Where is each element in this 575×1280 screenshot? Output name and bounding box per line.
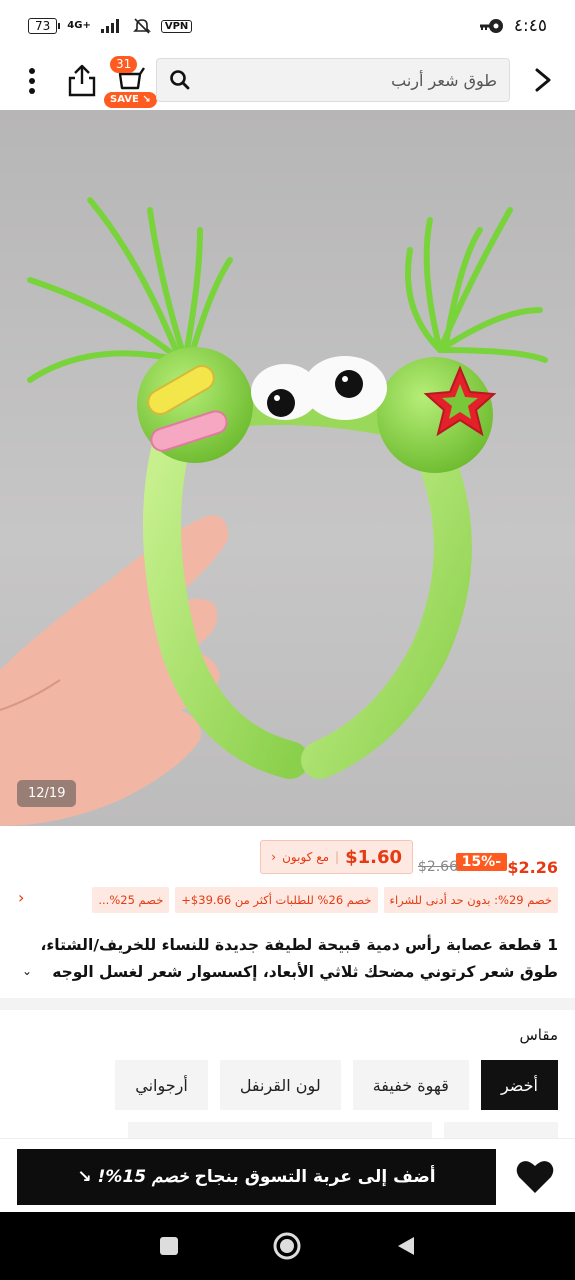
key-icon bbox=[479, 19, 503, 33]
search-placeholder: طوق شعر أرنب bbox=[391, 70, 497, 90]
add-to-cart-label: أضف إلى عربة التسوق بنجاح bbox=[194, 1167, 436, 1187]
option-purple[interactable]: أرجواني bbox=[115, 1060, 208, 1110]
back-arrow-icon[interactable] bbox=[531, 66, 555, 94]
square-icon bbox=[160, 1237, 179, 1255]
system-navigation-bar bbox=[0, 1212, 575, 1280]
cart-button[interactable]: 31 SAVE ↘ bbox=[104, 56, 157, 108]
heart-icon[interactable] bbox=[514, 1157, 556, 1197]
search-input[interactable]: طوق شعر أرنب bbox=[156, 58, 510, 102]
section-divider bbox=[0, 998, 575, 1010]
clock: ٤:٤٥ bbox=[513, 16, 547, 36]
status-bar: 73 4G+ VPN ٤:٤٥ bbox=[0, 0, 575, 52]
promo-chip[interactable]: خصم 26% للطلبات أكثر من 39.66$+ bbox=[175, 887, 378, 913]
home-circle-icon bbox=[273, 1232, 301, 1260]
product-image bbox=[0, 197, 548, 826]
promotions-row[interactable]: خصم 29%: بدون حد أدنى للشراء خصم 26% للط… bbox=[0, 886, 575, 914]
price-row: $2.26 -15% $2.66 $1.60 | مع كوبون ‹ bbox=[0, 838, 575, 882]
discount-arrow-icon: ↘ bbox=[77, 1167, 92, 1187]
vpn-badge: VPN bbox=[160, 19, 193, 33]
back-triangle-icon bbox=[397, 1237, 414, 1255]
more-options-button[interactable] bbox=[22, 66, 42, 96]
image-counter: 12/19 bbox=[17, 780, 77, 807]
coupon-button[interactable]: $1.60 | مع كوبون ‹ bbox=[260, 840, 413, 874]
recents-button[interactable] bbox=[152, 1229, 186, 1263]
promo-chip[interactable]: خصم 29%: بدون حد أدنى للشراء bbox=[383, 887, 558, 913]
bottom-discount: خصم 15%! bbox=[97, 1167, 189, 1187]
coupon-separator: | bbox=[335, 850, 340, 864]
search-icon[interactable] bbox=[169, 69, 191, 91]
option-light-coffee[interactable]: قهوة خفيفة bbox=[352, 1060, 469, 1110]
coupon-price: $1.60 bbox=[345, 846, 402, 868]
cart-count-badge: 31 bbox=[110, 56, 138, 73]
chevron-left-icon: ‹ bbox=[271, 850, 277, 864]
original-price: $2.66 bbox=[417, 859, 458, 875]
status-left: 73 4G+ VPN bbox=[28, 17, 193, 35]
discount-badge: -15% bbox=[455, 853, 507, 871]
promo-chip[interactable]: خصم 25%... bbox=[92, 887, 170, 913]
chevron-left-icon[interactable]: ‹ bbox=[18, 888, 24, 907]
mute-icon bbox=[132, 18, 151, 34]
more-dot-icon bbox=[29, 68, 35, 74]
battery-indicator: 73 bbox=[28, 18, 61, 34]
app-header: 31 SAVE ↘ طوق شعر أرنب bbox=[0, 52, 575, 110]
options-label: مقاس bbox=[519, 1026, 558, 1044]
home-button[interactable] bbox=[270, 1229, 304, 1263]
options-list: أخضر قهوة خفيفة لون القرنفل أرجواني bbox=[115, 1060, 558, 1110]
option-carnation[interactable]: لون القرنفل bbox=[219, 1060, 341, 1110]
coupon-label: مع كوبون bbox=[282, 850, 330, 864]
status-right: ٤:٤٥ bbox=[478, 16, 547, 36]
expand-title-icon[interactable]: ⌄ bbox=[18, 964, 37, 978]
save-badge: SAVE ↘ bbox=[104, 92, 157, 108]
back-button[interactable] bbox=[389, 1229, 423, 1263]
current-price: $2.26 bbox=[507, 858, 558, 877]
save-label: SAVE bbox=[110, 94, 139, 105]
network-indicator: 4G+ bbox=[67, 20, 91, 31]
share-icon[interactable] bbox=[66, 64, 98, 98]
option-green[interactable]: أخضر bbox=[480, 1060, 558, 1110]
signal-icon bbox=[100, 19, 119, 33]
product-title: 1 قطعة عصابة رأس دمية قبيحة لطيفة جديدة … bbox=[40, 936, 558, 981]
more-dot-icon bbox=[29, 78, 35, 84]
product-image-gallery[interactable]: 12/19 bbox=[0, 110, 575, 826]
more-dot-icon bbox=[29, 88, 35, 94]
bottom-action-bar: أضف إلى عربة التسوق بنجاح خصم 15%! ↘ bbox=[0, 1138, 575, 1212]
add-to-cart-button[interactable]: أضف إلى عربة التسوق بنجاح خصم 15%! ↘ bbox=[17, 1149, 496, 1205]
